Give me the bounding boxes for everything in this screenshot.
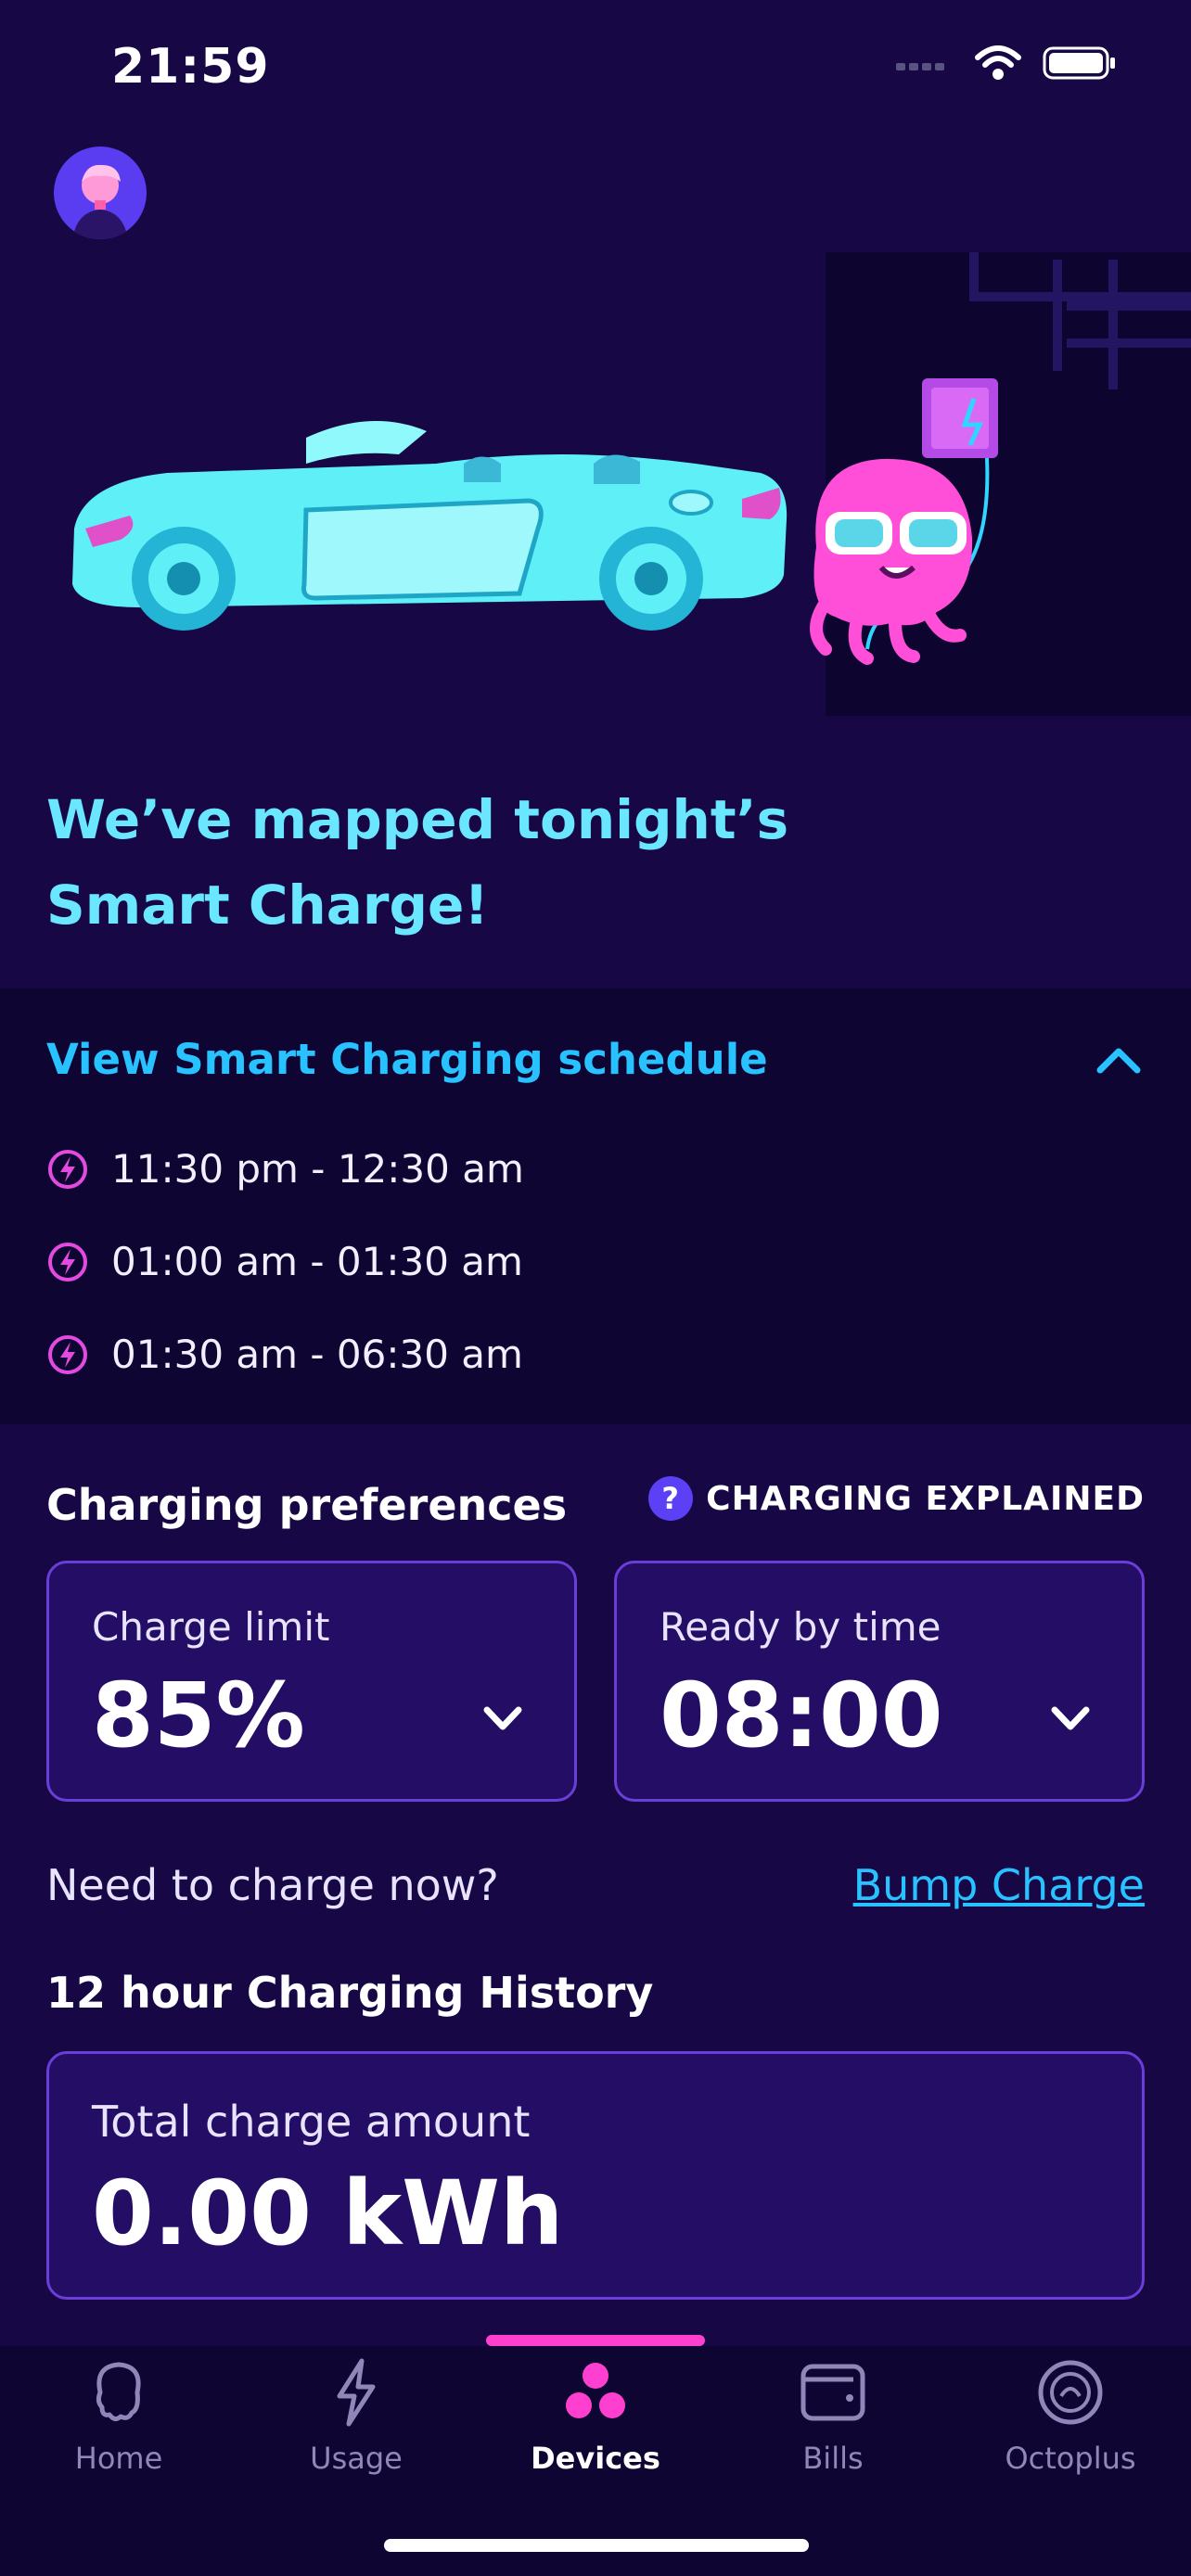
schedule-slot-time: 01:00 am - 01:30 am bbox=[111, 1239, 523, 1284]
active-tab-indicator bbox=[486, 2335, 705, 2346]
tab-devices[interactable]: Devices bbox=[477, 2355, 714, 2476]
status-icons bbox=[894, 45, 1117, 82]
charge-limit-value: 85% bbox=[92, 1664, 305, 1767]
bump-charge-link[interactable]: Bump Charge bbox=[853, 1860, 1145, 1910]
wifi-icon bbox=[975, 45, 1021, 80]
headline-line-2: Smart Charge! bbox=[46, 874, 489, 937]
tab-usage-label: Usage bbox=[310, 2441, 403, 2476]
hero-headline: We’ve mapped tonight’s Smart Charge! bbox=[46, 777, 974, 948]
tab-home-label: Home bbox=[74, 2441, 163, 2476]
ready-by-time-select[interactable]: Ready by time 08:00 bbox=[614, 1561, 1145, 1802]
wallet-icon bbox=[800, 2364, 865, 2421]
charge-now-question: Need to charge now? bbox=[46, 1860, 499, 1910]
schedule-slot-time: 11:30 pm - 12:30 am bbox=[111, 1146, 524, 1192]
charge-limit-select[interactable]: Charge limit 85% bbox=[46, 1561, 577, 1802]
tab-usage[interactable]: Usage bbox=[237, 2355, 475, 2476]
tab-octoplus-label: Octoplus bbox=[1005, 2441, 1136, 2476]
tab-octoplus[interactable]: Octoplus bbox=[952, 2355, 1189, 2476]
history-title: 12 hour Charging History bbox=[46, 1968, 654, 2018]
tab-bills[interactable]: Bills bbox=[714, 2355, 952, 2476]
profile-avatar[interactable] bbox=[54, 147, 147, 239]
tab-devices-label: Devices bbox=[531, 2441, 660, 2476]
total-charge-value: 0.00 kWh bbox=[92, 2162, 564, 2265]
chevron-down-icon bbox=[1051, 1706, 1090, 1730]
help-icon: ? bbox=[648, 1476, 694, 1521]
preferences-title: Charging preferences bbox=[46, 1480, 568, 1530]
tab-home[interactable]: Home bbox=[0, 2355, 237, 2476]
charge-history-card: Total charge amount 0.00 kWh bbox=[46, 2051, 1145, 2300]
schedule-slot: 11:30 pm - 12:30 am bbox=[46, 1146, 524, 1192]
charge-limit-label: Charge limit bbox=[92, 1604, 330, 1650]
octoplus-icon bbox=[1038, 2360, 1103, 2425]
schedule-slot: 01:00 am - 01:30 am bbox=[46, 1239, 523, 1284]
total-charge-label: Total charge amount bbox=[92, 2097, 531, 2147]
signal-icon bbox=[896, 63, 944, 70]
bolt-circle-icon bbox=[48, 1334, 87, 1374]
bolt-circle-icon bbox=[48, 1242, 87, 1282]
octopus-icon bbox=[96, 2362, 141, 2422]
schedule-slot-time: 01:30 am - 06:30 am bbox=[111, 1332, 523, 1377]
schedule-toggle[interactable]: View Smart Charging schedule bbox=[46, 1035, 768, 1084]
avatar-illustration bbox=[72, 164, 128, 239]
charging-explained-link[interactable]: ? CHARGING EXPLAINED bbox=[648, 1476, 1145, 1521]
charging-explained-label: CHARGING EXPLAINED bbox=[706, 1479, 1145, 1518]
chevron-down-icon bbox=[483, 1706, 522, 1730]
headline-line-1: We’ve mapped tonight’s bbox=[46, 788, 789, 851]
bolt-circle-icon bbox=[48, 1149, 87, 1189]
ready-by-label: Ready by time bbox=[660, 1604, 941, 1650]
home-indicator bbox=[384, 2539, 809, 2552]
hero-illustration bbox=[72, 252, 1191, 716]
battery-icon bbox=[1043, 46, 1115, 80]
schedule-slot: 01:30 am - 06:30 am bbox=[46, 1332, 523, 1377]
status-time: 21:59 bbox=[111, 39, 270, 95]
tab-bills-label: Bills bbox=[802, 2441, 864, 2476]
ready-by-value: 08:00 bbox=[660, 1664, 943, 1767]
bolt-icon bbox=[337, 2358, 376, 2427]
devices-icon bbox=[566, 2363, 625, 2418]
chevron-up-icon[interactable] bbox=[1095, 1040, 1143, 1078]
